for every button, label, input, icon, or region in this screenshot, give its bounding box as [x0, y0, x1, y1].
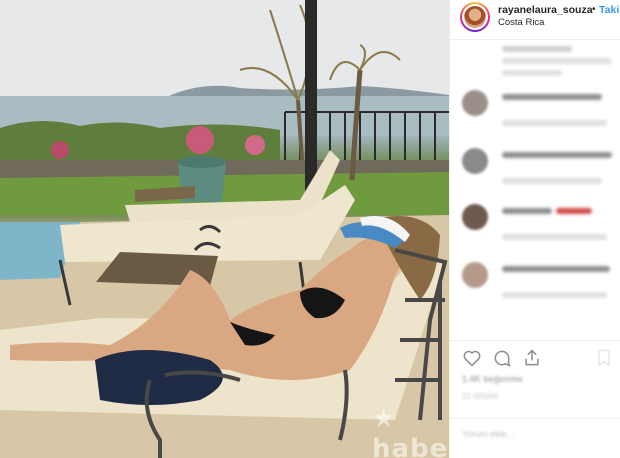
- comment-avatar[interactable]: [462, 148, 488, 174]
- comment-item: [450, 44, 620, 94]
- avatar[interactable]: [460, 2, 490, 32]
- separator-dot: •: [592, 4, 596, 15]
- comment-item: [450, 148, 620, 198]
- comment-icon[interactable]: [492, 348, 512, 368]
- post-photo-scene: [0, 0, 449, 458]
- likes-count[interactable]: 1.4K beğenme: [462, 374, 523, 384]
- follow-button[interactable]: Takip: [599, 4, 620, 16]
- comment-text-blurred: [502, 58, 612, 64]
- comment-emoji-blurred: [556, 208, 592, 214]
- comment-text-blurred: [502, 152, 612, 158]
- comment-text-blurred: [502, 94, 602, 100]
- add-comment-placeholder: Yorum ekle...: [462, 429, 515, 439]
- comment-avatar[interactable]: [462, 90, 488, 116]
- share-icon[interactable]: [522, 348, 542, 368]
- comment-meta-blurred: [502, 292, 607, 298]
- post-date: 21 NİSAN: [462, 392, 498, 401]
- post-photo[interactable]: ★ haber: [0, 0, 449, 458]
- bookmark-icon[interactable]: [594, 348, 614, 368]
- comment-item: [450, 262, 620, 312]
- post-side-panel: rayanelaura_souza • Takip Costa Rica: [449, 0, 620, 458]
- post-actions: [450, 340, 620, 370]
- comment-item: [450, 204, 620, 254]
- add-comment-field[interactable]: Yorum ekle...: [450, 418, 620, 458]
- comment-meta-blurred: [502, 120, 607, 126]
- comment-text-blurred: [502, 266, 610, 272]
- comment-text-blurred: [502, 208, 552, 214]
- avatar-image: [464, 6, 486, 28]
- comment-meta-blurred: [502, 178, 602, 184]
- location-link[interactable]: Costa Rica: [498, 17, 544, 28]
- comment-meta-blurred: [502, 234, 607, 240]
- comment-avatar[interactable]: [462, 204, 488, 230]
- photo-watermark: ★ haber: [372, 404, 449, 458]
- username-link[interactable]: rayanelaura_souza: [498, 4, 593, 16]
- post-header: rayanelaura_souza • Takip Costa Rica: [450, 0, 620, 40]
- comment-item: [450, 90, 620, 140]
- comment-meta-blurred: [502, 70, 562, 76]
- comment-avatar[interactable]: [462, 262, 488, 288]
- heart-icon[interactable]: [462, 348, 482, 368]
- comment-text-blurred: [502, 46, 572, 52]
